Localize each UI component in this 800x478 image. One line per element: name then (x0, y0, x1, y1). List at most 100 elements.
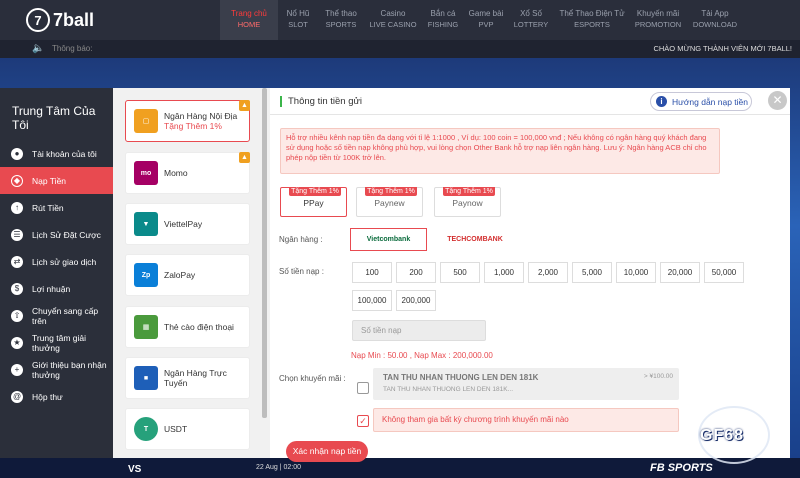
sidebar-item-withdraw[interactable]: ↑ Rút Tiền (0, 194, 113, 221)
method-zalopay[interactable]: Zp ZaloPay (125, 254, 250, 296)
header-divider (270, 114, 790, 115)
sidebar-item-transactions[interactable]: ⇄ Lịch sử giao dịch (0, 248, 113, 275)
method-momo[interactable]: mo Momo ▲ (125, 152, 250, 194)
confirm-deposit-button[interactable]: Xác nhận nạp tiền (286, 441, 368, 462)
momo-icon: mo (134, 161, 158, 185)
amount-option[interactable]: 1,000 (484, 262, 524, 283)
deposit-info-notice: Hỗ trợ nhiều kênh nạp tiền đa dạng với t… (280, 128, 720, 174)
guide-label: Hướng dẫn nạp tiền (672, 96, 749, 107)
promo-amount: > ¥100.00 (643, 373, 673, 380)
method-usdt[interactable]: T USDT (125, 408, 250, 450)
sidebar-item-profit[interactable]: $ Lợi nhuận (0, 275, 113, 302)
user-icon: ● (11, 147, 23, 160)
amount-option[interactable]: 20,000 (660, 262, 700, 283)
gateway-bonus-tag: Tặng Thêm 1% (365, 187, 417, 196)
method-text: Ngân Hàng Nội Địa Tặng Thêm 1% (164, 111, 237, 131)
promo-label: Chọn khuyến mãi : (279, 374, 346, 383)
method-bonus: Tặng Thêm 1% (164, 121, 222, 131)
usdt-icon: T (134, 417, 158, 441)
method-viettelpay[interactable]: ▼ ViettelPay (125, 203, 250, 245)
amount-option[interactable]: 200 (396, 262, 436, 283)
nav-item-home[interactable]: Trang chủ HOME (220, 0, 278, 40)
no-promo-checkbox[interactable]: ✓ (357, 415, 369, 427)
sidebar-item-label: Hộp thư (32, 391, 63, 402)
nav-sub: LOTTERY (513, 20, 549, 29)
nav-sub: DOWNLOAD (692, 20, 738, 29)
nav-label: Trang chủ (231, 9, 267, 18)
amount-option[interactable]: 50,000 (704, 262, 744, 283)
zalopay-icon: Zp (134, 263, 158, 287)
phone-card-icon: ▦ (134, 315, 158, 339)
close-icon[interactable]: ✕ (768, 91, 787, 110)
nav-label: Tải App (701, 9, 729, 18)
method-name: ViettelPay (164, 219, 203, 229)
promo-option[interactable]: TAN THU NHAN THUONG LEN DEN 181K TAN THU… (373, 368, 679, 400)
nav-item-slot[interactable]: Nổ Hũ SLOT (278, 0, 318, 40)
logo-text: 7ball (53, 9, 95, 30)
bank-techcombank[interactable]: TECHCOMBANK (445, 228, 505, 251)
gateway-ppay[interactable]: Tặng Thêm 1% PPay (280, 187, 347, 217)
nav-item-lottery[interactable]: Xổ Số LOTTERY (508, 0, 554, 40)
deposit-guide-button[interactable]: i Hướng dẫn nạp tiền (650, 92, 752, 111)
bank-vietcombank[interactable]: Vietcombank (350, 228, 427, 251)
no-promo-option[interactable]: Không tham gia bất kỳ chương trình khuyế… (373, 408, 679, 432)
sidebar-item-upline[interactable]: ⇧ Chuyển sang cấp trên (0, 302, 113, 329)
sidebar-item-inbox[interactable]: @ Hộp thư (0, 383, 113, 410)
sidebar-item-bet-history[interactable]: ☰ Lịch Sử Đặt Cược (0, 221, 113, 248)
sidebar-item-label: Tài khoản của tôi (32, 148, 97, 159)
notice-bar: 🔈 Thông báo: CHÀO MỪNG THÀNH VIÊN MỚI 7B… (0, 40, 800, 58)
promo-title: TAN THU NHAN THUONG LEN DEN 181K (383, 373, 539, 382)
site-logo[interactable]: 7 7ball (26, 8, 94, 32)
gateway-bonus-tag: Tặng Thêm 1% (289, 187, 341, 196)
nav-sub: PVP (478, 20, 494, 29)
speaker-icon: 🔈 (32, 43, 45, 54)
gateway-name: PPay (303, 198, 324, 208)
amount-option[interactable]: 100 (352, 262, 392, 283)
sidebar-item-deposit[interactable]: ◆ Nạp Tiền (0, 167, 113, 194)
amount-option[interactable]: 5,000 (572, 262, 612, 283)
nav-item-download[interactable]: Tải App DOWNLOAD (686, 0, 744, 40)
sidebar-item-referral[interactable]: + Giới thiệu bạn nhận thưởng (0, 356, 113, 383)
bonus-tag-icon: ▲ (239, 152, 250, 163)
amount-option[interactable]: 10,000 (616, 262, 656, 283)
nav-label: Bắn cá (430, 9, 456, 18)
gateway-paynew[interactable]: Tặng Thêm 1% Paynew (356, 187, 423, 217)
account-menu: ● Tài khoản của tôi ◆ Nạp Tiền ↑ Rút Tiền ☰… (0, 140, 113, 410)
nav-item-fishing[interactable]: Bắn cá FISHING (422, 0, 464, 40)
bonus-tag-icon: ▲ (239, 100, 250, 111)
amount-option[interactable]: 200,000 (396, 290, 436, 311)
nav-sub: PROMOTION (634, 20, 682, 29)
method-name: Ngân Hàng Trực Tuyến (164, 368, 227, 388)
nav-item-promotion[interactable]: Khuyến mãi PROMOTION (630, 0, 686, 40)
gateway-paynow[interactable]: Tặng Thêm 1% Paynow (434, 187, 501, 217)
promo-subtitle: TAN THU NHAN THUONG LEN DEN 181K... (383, 386, 514, 393)
viettelpay-icon: ▼ (134, 212, 158, 236)
sidebar-item-label: Chuyển sang cấp trên (32, 305, 99, 326)
methods-scrollbar[interactable] (262, 88, 267, 418)
nav-item-esports[interactable]: Thể Thao Điện Tử ESPORTS (554, 0, 630, 40)
promo-checkbox[interactable] (357, 382, 369, 394)
nav-item-pvp[interactable]: Game bài PVP (464, 0, 508, 40)
nav-item-sports[interactable]: Thể thao SPORTS (318, 0, 364, 40)
method-local-bank[interactable]: ▢ Ngân Hàng Nội Địa Tặng Thêm 1% ▲ (125, 100, 250, 142)
amount-option[interactable]: 500 (440, 262, 480, 283)
sidebar-item-account[interactable]: ● Tài khoản của tôi (0, 140, 113, 167)
notice-marquee: CHÀO MỪNG THÀNH VIÊN MỚI 7BALL! (653, 44, 792, 53)
sidebar-item-rewards[interactable]: ★ Trung tâm giải thưởng (0, 329, 113, 356)
mail-icon: @ (11, 390, 23, 403)
amount-option[interactable]: 100,000 (352, 290, 392, 311)
gateway-name: Paynew (374, 198, 405, 208)
method-phone-card[interactable]: ▦ Thẻ cào điện thoại (125, 306, 250, 348)
deposit-icon: ◆ (11, 174, 23, 187)
sidebar-item-label: Lịch Sử Đặt Cược (32, 229, 101, 240)
nav-item-casino[interactable]: Casino LIVE CASINO (364, 0, 422, 40)
match-date: 22 Aug | 02:00 (256, 464, 302, 471)
match-vs: VS (128, 464, 142, 475)
amount-input[interactable]: Số tiền nạp (352, 320, 486, 341)
account-sidebar: Trung Tâm Của Tôi ● Tài khoản của tôi ◆ Nạ… (0, 88, 113, 458)
referral-icon: + (11, 363, 23, 376)
method-online-bank[interactable]: ■ Ngân Hàng Trực Tuyến (125, 357, 250, 399)
nav-label: Casino (380, 9, 406, 18)
amount-option[interactable]: 2,000 (528, 262, 568, 283)
online-bank-icon: ■ (134, 366, 158, 390)
